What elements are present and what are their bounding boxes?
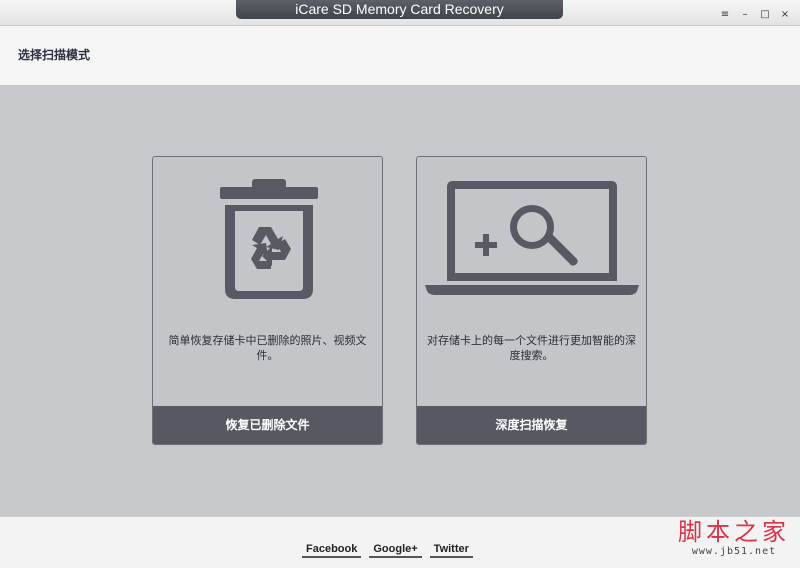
recover-deleted-description: 简单恢复存储卡中已删除的照片、视频文件。 — [168, 334, 367, 362]
maximize-icon[interactable]: □ — [758, 8, 772, 22]
window-controls: ≡ – □ × — [718, 8, 792, 22]
recover-deleted-button[interactable]: 恢复已删除文件 — [153, 406, 382, 444]
deep-scan-card[interactable]: 对存储卡上的每一个文件进行更加智能的深度搜索。 深度扫描恢复 — [416, 156, 647, 445]
recycle-bin-icon — [153, 177, 382, 307]
social-links: Facebook Google+ Twitter — [302, 543, 473, 558]
minimize-icon[interactable]: – — [738, 8, 752, 22]
facebook-link[interactable]: Facebook — [302, 543, 362, 558]
twitter-link[interactable]: Twitter — [429, 543, 473, 558]
recover-deleted-card[interactable]: 简单恢复存储卡中已删除的照片、视频文件。 恢复已删除文件 — [152, 156, 383, 445]
title-bar: iCare SD Memory Card Recovery ≡ – □ × — [0, 0, 800, 26]
watermark-url: www.jb51.net — [691, 546, 777, 557]
header: 选择扫描模式 — [0, 26, 800, 86]
watermark-title: 脚本之家 — [678, 518, 790, 546]
deep-scan-button[interactable]: 深度扫描恢复 — [417, 406, 646, 444]
close-icon[interactable]: × — [778, 8, 792, 22]
watermark: 脚本之家 www.jb51.net — [678, 518, 790, 557]
laptop-deep-search-icon — [417, 177, 646, 307]
page-title: 选择扫描模式 — [18, 48, 91, 62]
main-panel: 简单恢复存储卡中已删除的照片、视频文件。 恢复已删除文件 对存储卡上的每一个文件… — [0, 86, 800, 516]
deep-scan-description: 对存储卡上的每一个文件进行更加智能的深度搜索。 — [427, 334, 636, 362]
menu-icon[interactable]: ≡ — [718, 8, 732, 22]
google-plus-link[interactable]: Google+ — [369, 543, 422, 558]
window-title: iCare SD Memory Card Recovery — [236, 0, 563, 19]
